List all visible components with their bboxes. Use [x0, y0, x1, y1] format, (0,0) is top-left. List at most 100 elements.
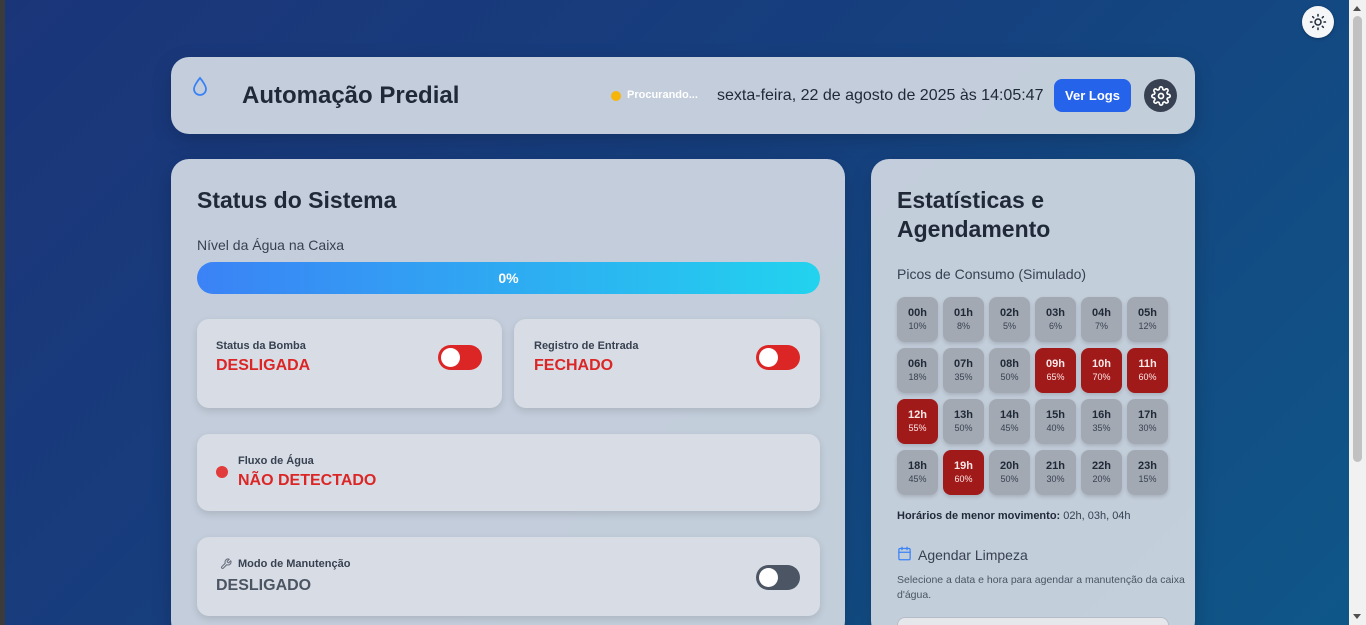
- hour-label: 19h: [954, 460, 973, 472]
- connection-status-text: Procurando...: [627, 89, 698, 101]
- hour-consumption-percent: 50%: [954, 423, 973, 433]
- hour-label: 16h: [1092, 409, 1111, 421]
- hour-cell: 10h 70%: [1081, 348, 1122, 393]
- inlet-valve-toggle[interactable]: [756, 345, 800, 370]
- hour-consumption-percent: 8%: [956, 321, 970, 331]
- water-drop-icon: [193, 76, 207, 96]
- pump-status-card: Status da Bomba DESLIGADA: [197, 319, 502, 408]
- hour-consumption-percent: 45%: [1000, 423, 1019, 433]
- hour-consumption-percent: 5%: [1002, 321, 1016, 331]
- sun-icon: [1309, 13, 1327, 31]
- stats-schedule-panel: Estatísticas e Agendamento Picos de Cons…: [871, 159, 1195, 625]
- hour-label: 08h: [1000, 358, 1019, 370]
- hour-label: 20h: [1000, 460, 1019, 472]
- low-movement-label: Horários de menor movimento:: [897, 510, 1061, 522]
- hour-cell: 03h 6%: [1035, 297, 1076, 342]
- inlet-valve-value: FECHADO: [534, 357, 614, 374]
- connection-status-dot: [611, 91, 621, 101]
- hour-consumption-percent: 30%: [1138, 423, 1157, 433]
- low-movement-hours: Horários de menor movimento: 02h, 03h, 0…: [897, 510, 1131, 522]
- hour-label: 09h: [1046, 358, 1065, 370]
- inlet-valve-card: Registro de Entrada FECHADO: [514, 319, 820, 408]
- hour-cell: 15h 40%: [1035, 399, 1076, 444]
- schedule-cleaning-title: Agendar Limpeza: [918, 547, 1028, 563]
- water-flow-label: Fluxo de Água: [238, 455, 314, 467]
- calendar-icon: [898, 546, 911, 561]
- schedule-datetime-input[interactable]: [897, 617, 1169, 625]
- hour-label: 00h: [908, 307, 927, 319]
- scroll-up-arrow-icon[interactable]: [1353, 6, 1361, 11]
- view-logs-button[interactable]: Ver Logs: [1054, 79, 1131, 112]
- hour-cell: 00h 10%: [897, 297, 938, 342]
- pump-toggle[interactable]: [438, 345, 482, 370]
- hour-consumption-percent: 30%: [1046, 474, 1065, 484]
- app-title: Automação Predial: [242, 82, 460, 109]
- hour-consumption-percent: 35%: [954, 372, 973, 382]
- toggle-knob: [441, 348, 460, 367]
- hour-label: 03h: [1046, 307, 1065, 319]
- hour-label: 04h: [1092, 307, 1111, 319]
- gear-icon: [1150, 85, 1171, 106]
- hour-cell: 22h 20%: [1081, 450, 1122, 495]
- hour-consumption-percent: 50%: [1000, 474, 1019, 484]
- hour-cell: 01h 8%: [943, 297, 984, 342]
- maintenance-mode-card: Modo de Manutenção DESLIGADO: [197, 537, 820, 616]
- system-status-title: Status do Sistema: [197, 187, 397, 213]
- hour-consumption-percent: 50%: [1000, 372, 1019, 382]
- inlet-valve-label: Registro de Entrada: [534, 340, 639, 352]
- hour-cell: 07h 35%: [943, 348, 984, 393]
- hour-cell: 11h 60%: [1127, 348, 1168, 393]
- hour-label: 06h: [908, 358, 927, 370]
- hour-cell: 20h 50%: [989, 450, 1030, 495]
- hour-label: 22h: [1092, 460, 1111, 472]
- maintenance-mode-label: Modo de Manutenção: [238, 558, 351, 570]
- maintenance-mode-value: DESLIGADO: [216, 577, 312, 594]
- hour-consumption-percent: 45%: [908, 474, 927, 484]
- pump-status-label: Status da Bomba: [216, 340, 306, 352]
- flow-indicator-dot: [216, 466, 228, 478]
- header-bar: Automação Predial Procurando... sexta-fe…: [171, 57, 1195, 134]
- scrollbar-thumb[interactable]: [1353, 16, 1362, 462]
- stats-title: Estatísticas e Agendamento: [897, 187, 1051, 242]
- hour-label: 12h: [908, 409, 927, 421]
- hour-cell: 21h 30%: [1035, 450, 1076, 495]
- hour-cell: 16h 35%: [1081, 399, 1122, 444]
- water-flow-value: NÃO DETECTADO: [238, 472, 377, 489]
- hour-consumption-percent: 12%: [1138, 321, 1157, 331]
- maintenance-toggle[interactable]: [756, 565, 800, 590]
- page-scrollbar[interactable]: [1349, 0, 1366, 625]
- water-level-bar: 0%: [197, 262, 820, 294]
- hour-cell: 19h 60%: [943, 450, 984, 495]
- hour-label: 05h: [1138, 307, 1157, 319]
- hour-consumption-percent: 10%: [908, 321, 927, 331]
- hour-consumption-percent: 18%: [908, 372, 927, 382]
- hour-label: 01h: [954, 307, 973, 319]
- consumption-hour-grid: 00h 10% 01h 8% 02h 5% 03h 6% 04h 7% 05h 12% 06h 18% 07…: [897, 297, 1168, 495]
- hour-label: 23h: [1138, 460, 1157, 472]
- hour-consumption-percent: 55%: [908, 423, 927, 433]
- hour-label: 02h: [1000, 307, 1019, 319]
- water-level-label: Nível da Água na Caixa: [197, 237, 345, 253]
- theme-toggle-button[interactable]: [1302, 6, 1334, 38]
- hour-label: 17h: [1138, 409, 1157, 421]
- window-edge: [0, 0, 5, 625]
- hour-consumption-percent: 65%: [1046, 372, 1065, 382]
- hour-label: 15h: [1046, 409, 1065, 421]
- hour-consumption-percent: 70%: [1092, 372, 1111, 382]
- hour-consumption-percent: 6%: [1048, 321, 1062, 331]
- current-datetime: sexta-feira, 22 de agosto de 2025 às 14:…: [717, 87, 1044, 104]
- schedule-cleaning-description: Selecione a data e hora para agendar a m…: [897, 574, 1185, 601]
- hour-cell: 09h 65%: [1035, 348, 1076, 393]
- toggle-knob: [759, 568, 778, 587]
- hour-label: 07h: [954, 358, 973, 370]
- hour-consumption-percent: 40%: [1046, 423, 1065, 433]
- consumption-peaks-label: Picos de Consumo (Simulado): [897, 266, 1087, 282]
- hour-cell: 14h 45%: [989, 399, 1030, 444]
- hour-consumption-percent: 7%: [1094, 321, 1108, 331]
- hour-cell: 18h 45%: [897, 450, 938, 495]
- hour-cell: 12h 55%: [897, 399, 938, 444]
- scroll-down-arrow-icon[interactable]: [1353, 614, 1361, 619]
- settings-button[interactable]: [1144, 79, 1177, 112]
- water-level-value: 0%: [498, 270, 519, 286]
- hour-cell: 02h 5%: [989, 297, 1030, 342]
